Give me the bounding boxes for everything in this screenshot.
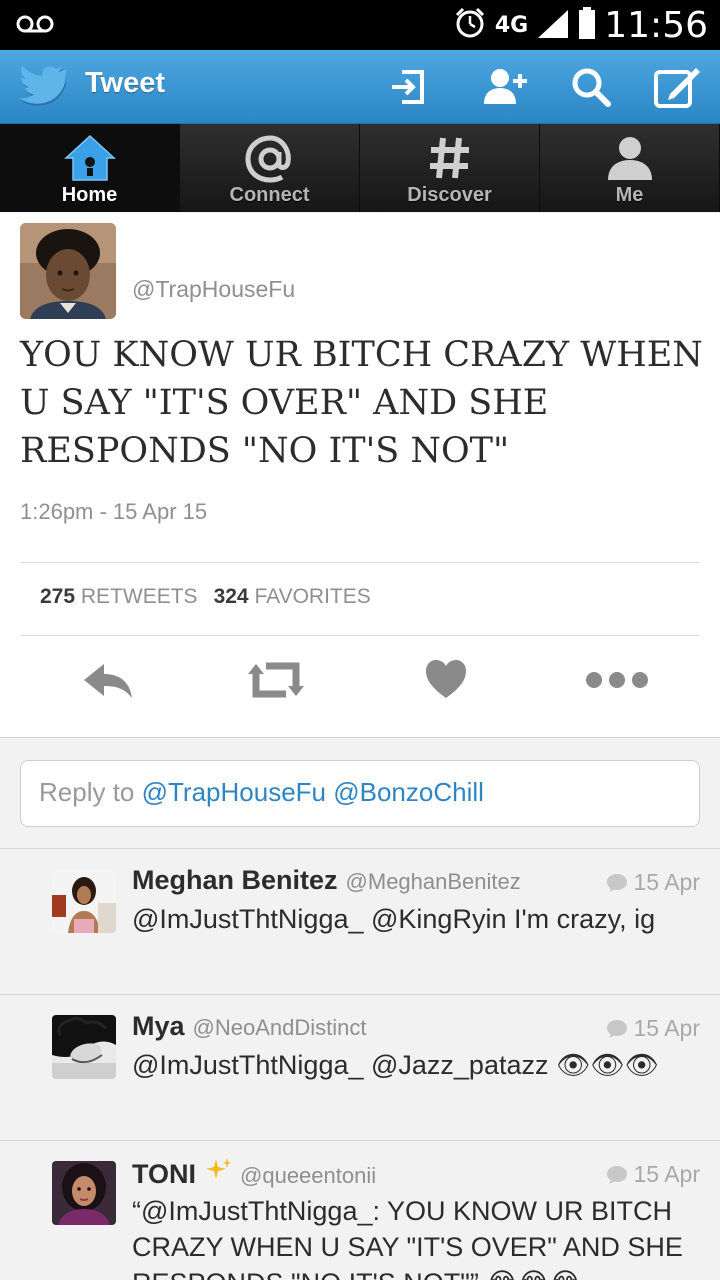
more-icon[interactable] — [584, 658, 650, 707]
search-icon[interactable] — [568, 64, 614, 110]
tweet-timestamp: 1:26pm - 15 Apr 15 — [20, 499, 208, 524]
reply-input[interactable]: Reply to @TrapHouseFu @BonzoChill — [20, 760, 700, 827]
battery-icon — [578, 6, 596, 44]
screen: 4G 11:56 Tweet Home Connect Discover Me … — [0, 0, 720, 1280]
favorites-label: FAVORITES — [254, 585, 371, 608]
reply-header: Meghan Benitez @MeghanBenitez — [132, 865, 521, 896]
reply-date: 15 Apr — [606, 1161, 701, 1188]
comment-icon — [606, 873, 627, 892]
signal-icon — [536, 8, 570, 43]
voicemail-icon — [16, 13, 54, 40]
reply-item[interactable]: TONI @queeentonii 15 Apr “@ImJustThtNigg… — [0, 1141, 720, 1280]
action-bar-title: Tweet — [85, 67, 166, 99]
compose-icon[interactable] — [652, 64, 700, 110]
comment-icon — [606, 1019, 627, 1038]
tweet-text: YOU KNOW UR BITCH CRAZY WHEN U SAY "IT'S… — [20, 335, 703, 471]
retweets-count: 275 — [40, 585, 76, 608]
tweet-stats: 275 RETWEETS 324 FAVORITES — [40, 585, 371, 609]
tab-label: Discover — [407, 184, 492, 206]
divider — [20, 562, 700, 563]
sparkle-icon — [204, 1157, 232, 1188]
reply-area: Reply to @TrapHouseFu @BonzoChill — [0, 739, 720, 849]
avatar[interactable] — [52, 1161, 116, 1225]
nav-tabs: Home Connect Discover Me — [0, 124, 720, 212]
sign-in-icon[interactable] — [388, 64, 434, 110]
person-icon — [606, 134, 654, 187]
reply-author-handle[interactable]: @MeghanBenitez — [346, 869, 521, 895]
reply-author-handle[interactable]: @queeentonii — [240, 1163, 376, 1189]
status-right: 4G 11:56 — [453, 0, 708, 50]
avatar[interactable] — [52, 869, 116, 933]
retweets-label: RETWEETS — [80, 585, 198, 608]
reply-mentions: @TrapHouseFu @BonzoChill — [141, 777, 484, 807]
reply-date: 15 Apr — [606, 1015, 701, 1042]
reply-text: @ImJustThtNigga_ @Jazz_patazz 👁👁👁 — [132, 1050, 659, 1080]
favorites-count: 324 — [213, 585, 249, 608]
heart-icon[interactable] — [424, 658, 468, 707]
reply-header: Mya @NeoAndDistinct — [132, 1011, 367, 1042]
retweet-icon[interactable] — [246, 658, 306, 707]
twitter-bird-icon[interactable] — [18, 64, 72, 113]
add-user-icon[interactable] — [480, 64, 527, 110]
tab-label: Connect — [229, 184, 310, 206]
retweets-stat[interactable]: 275 RETWEETS — [40, 585, 198, 609]
avatar[interactable] — [20, 223, 116, 319]
reply-date-text: 15 Apr — [633, 1015, 701, 1041]
tab-discover[interactable]: Discover — [360, 124, 540, 212]
network-type: 4G — [494, 12, 529, 38]
hash-icon — [427, 134, 473, 187]
tab-me[interactable]: Me — [540, 124, 720, 212]
reply-author-handle[interactable]: @NeoAndDistinct — [193, 1015, 367, 1041]
reply-icon[interactable] — [82, 658, 134, 707]
reply-author-name[interactable]: Mya — [132, 1011, 185, 1042]
reply-date-text: 15 Apr — [633, 1161, 701, 1187]
tab-connect[interactable]: Connect — [180, 124, 360, 212]
reply-text: “@ImJustThtNigga_: YOU KNOW UR BITCH CRA… — [132, 1196, 683, 1280]
alarm-icon — [453, 6, 487, 45]
reply-text: @ImJustThtNigga_ @KingRyin I'm crazy, ig — [132, 904, 656, 934]
clock: 11:56 — [604, 4, 708, 46]
at-icon — [244, 134, 296, 189]
avatar[interactable] — [52, 1015, 116, 1079]
tweet-author-handle[interactable]: @TrapHouseFu — [132, 276, 295, 303]
action-bar: Tweet — [0, 50, 720, 124]
reply-header: TONI @queeentonii — [132, 1157, 376, 1190]
reply-item[interactable]: Meghan Benitez @MeghanBenitez 15 Apr @Im… — [0, 849, 720, 995]
tab-label: Me — [615, 184, 644, 206]
comment-icon — [606, 1165, 627, 1184]
home-icon — [63, 134, 116, 187]
reply-item[interactable]: Mya @NeoAndDistinct 15 Apr @ImJustThtNig… — [0, 995, 720, 1141]
reply-prefix: Reply to — [39, 777, 142, 807]
divider — [20, 635, 700, 636]
favorites-stat[interactable]: 324 FAVORITES — [214, 585, 371, 609]
status-bar: 4G 11:56 — [0, 0, 720, 50]
reply-date: 15 Apr — [606, 869, 701, 896]
reply-author-name[interactable]: TONI — [132, 1159, 196, 1190]
reply-date-text: 15 Apr — [633, 869, 701, 895]
tweet-detail: @TrapHouseFu YOU KNOW UR BITCH CRAZY WHE… — [0, 213, 720, 738]
tab-home[interactable]: Home — [0, 124, 180, 212]
reply-author-name[interactable]: Meghan Benitez — [132, 865, 338, 896]
tab-label: Home — [61, 184, 118, 206]
